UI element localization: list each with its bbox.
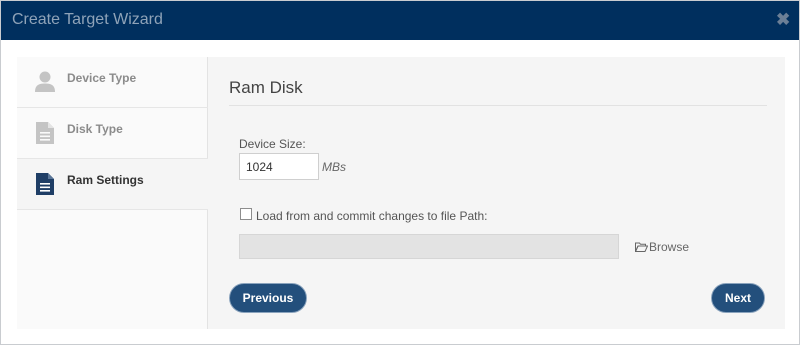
device-size-input[interactable] [239,153,319,180]
previous-button[interactable]: Previous [229,283,307,313]
document-icon [36,122,54,144]
step-label: Device Type [67,71,137,85]
step-disk-type[interactable]: Disk Type [17,108,208,159]
browse-label: Browse [649,240,690,254]
wizard-steps-nav: Device Type Disk Type Ram Settings [17,57,208,329]
step-ram-settings[interactable]: Ram Settings [17,159,208,210]
device-size-unit: MBs [322,160,346,174]
document-icon [36,173,54,195]
step-device-type[interactable]: Device Type [17,57,208,108]
folder-open-icon [635,242,648,252]
step-label: Ram Settings [67,173,144,187]
wizard-body: Device Type Disk Type Ram Settings Ram D… [17,57,785,329]
create-target-wizard-dialog: Create Target Wizard ✖ Device Type Disk … [0,0,800,345]
dialog-title: Create Target Wizard [12,11,163,28]
section-title: Ram Disk [229,78,303,97]
step-label: Disk Type [67,122,123,136]
load-from-file-label: Load from and commit changes to file Pat… [256,209,488,223]
file-path-field [239,234,619,259]
close-icon[interactable]: ✖ [776,11,790,28]
load-from-file-checkbox[interactable] [240,208,252,220]
device-size-label: Device Size: [239,137,306,151]
user-icon [35,71,55,92]
next-button[interactable]: Next [711,283,765,313]
browse-link[interactable]: Browse [635,240,689,254]
section-divider [229,105,767,106]
dialog-titlebar: Create Target Wizard ✖ [1,1,799,40]
step-content: Ram Disk Device Size: MBs Load from and … [209,57,785,329]
